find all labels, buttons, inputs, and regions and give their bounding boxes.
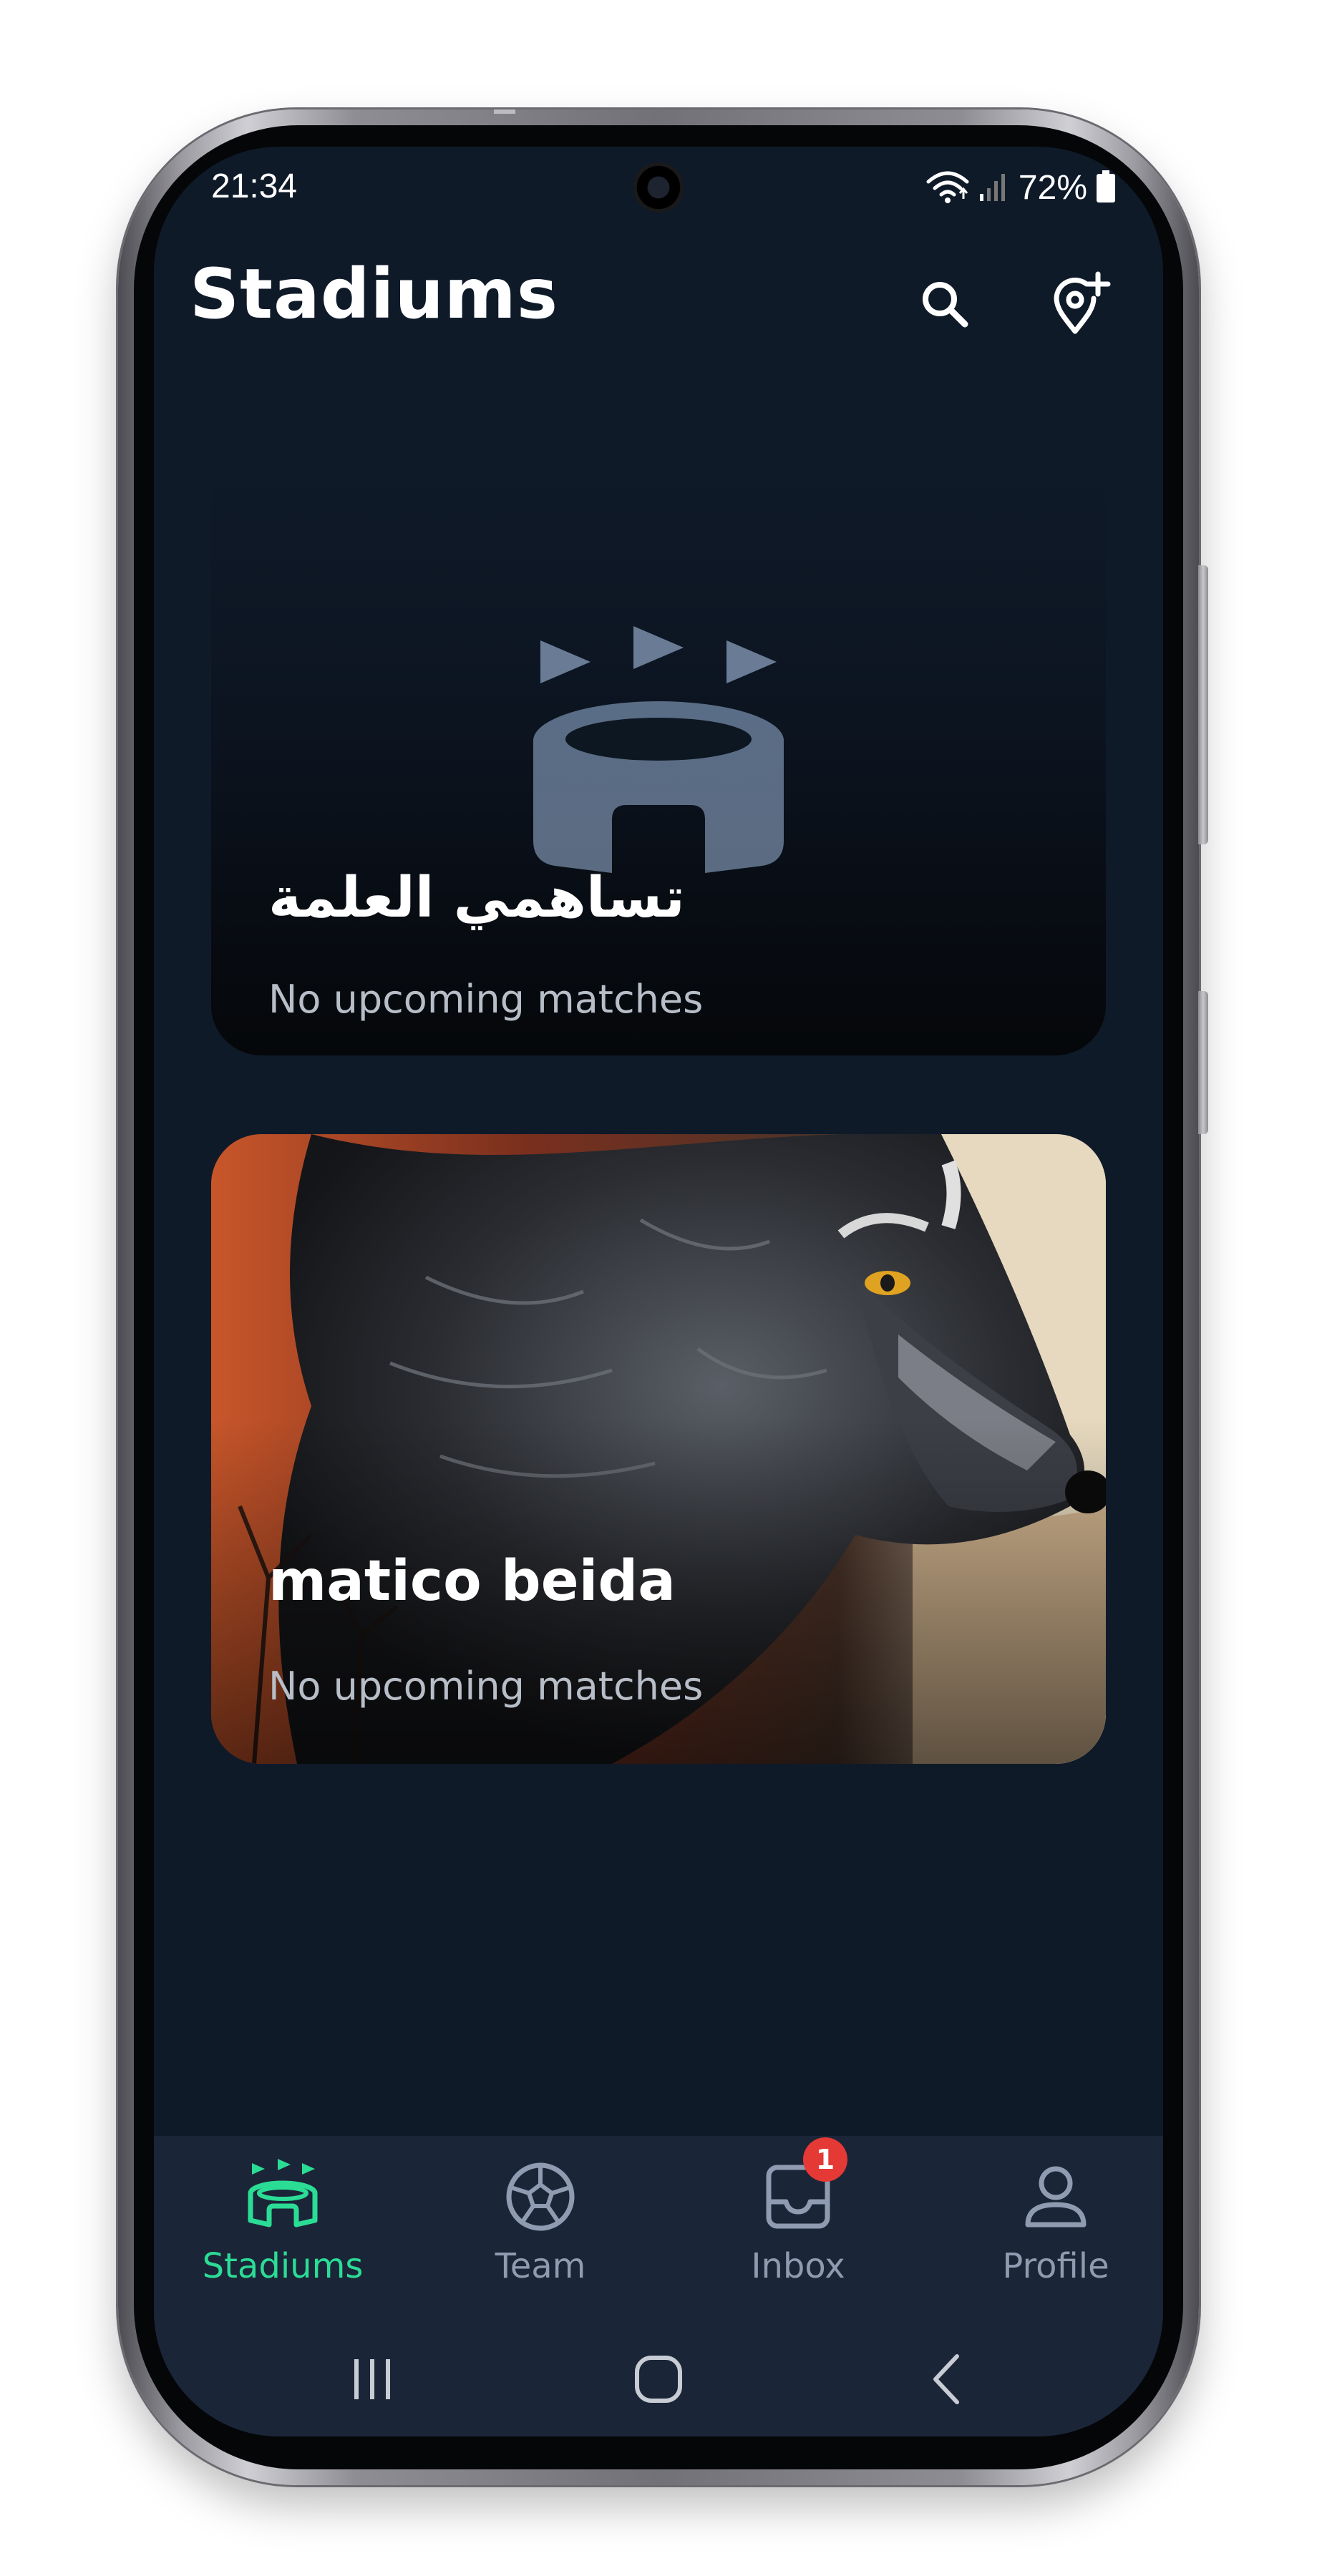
inbox-icon: 1 [759, 2137, 847, 2236]
soccer-ball-icon [501, 2157, 580, 2236]
page-title: Stadiums [190, 254, 558, 334]
home-icon [635, 2356, 682, 2403]
front-camera [633, 162, 684, 213]
nav-label: Team [495, 2246, 586, 2286]
nav-label: Profile [1002, 2246, 1109, 2286]
status-time: 21:34 [211, 167, 298, 205]
stadium-icon [243, 2157, 322, 2236]
home-button[interactable] [608, 2336, 709, 2422]
stadium-placeholder-icon [533, 626, 784, 873]
back-button[interactable] [898, 2336, 998, 2422]
screen: 21:34 72% Stadiums تساهمي العلمة No upco… [154, 147, 1163, 2436]
stadium-name: تساهمي العلمة [268, 866, 685, 930]
stadium-card[interactable]: تساهمي العلمة No upcoming matches [211, 454, 1106, 1055]
stadium-name: matico beida [268, 1549, 676, 1614]
antenna-line [494, 109, 515, 114]
nav-item-stadiums[interactable]: Stadiums [175, 2157, 390, 2308]
add-location-icon [1054, 271, 1111, 334]
add-stadium-button[interactable] [1045, 268, 1117, 340]
nav-label: Inbox [751, 2246, 845, 2286]
nav-item-profile[interactable]: Profile [948, 2157, 1163, 2308]
search-button[interactable] [909, 268, 981, 340]
app-header: Stadiums [154, 240, 1163, 369]
status-icons: 72% [925, 168, 1116, 208]
person-icon [1016, 2157, 1095, 2236]
signal-icon [978, 171, 1010, 205]
battery-percent: 72% [1018, 169, 1087, 207]
system-nav-bar [154, 2322, 1163, 2436]
recents-icon [354, 2359, 390, 2399]
stadium-subtitle: No upcoming matches [268, 1664, 704, 1709]
status-bar: 21:34 72% [154, 147, 1163, 225]
nav-label: Stadiums [202, 2246, 364, 2286]
stadium-card[interactable]: matico beida No upcoming matches [211, 1134, 1106, 1764]
stadium-subtitle: No upcoming matches [268, 977, 704, 1022]
power-button [1198, 565, 1208, 844]
search-icon [923, 282, 968, 328]
bottom-nav: Stadiums Team 1 Inbox Profile [154, 2136, 1163, 2322]
nav-item-inbox[interactable]: 1 Inbox [691, 2137, 905, 2308]
volume-button [1198, 991, 1208, 1134]
battery-icon [1096, 170, 1116, 206]
inbox-badge: 1 [803, 2137, 847, 2182]
nav-item-team[interactable]: Team [433, 2157, 648, 2308]
wifi-icon [925, 169, 970, 208]
back-icon [933, 2354, 959, 2404]
recents-button[interactable] [322, 2336, 422, 2422]
